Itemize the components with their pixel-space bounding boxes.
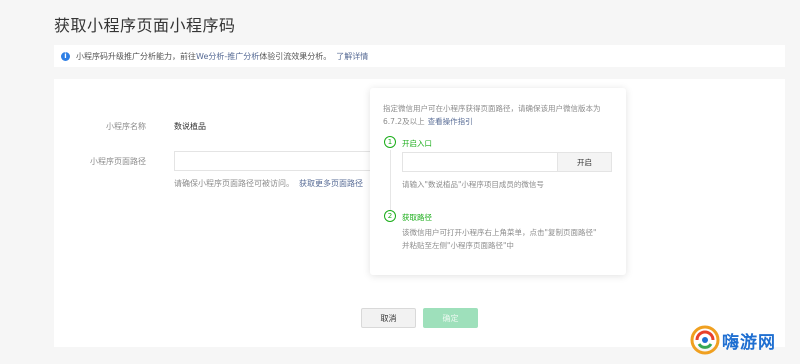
- path-helper-popover: 指定微信用户可在小程序获得页面路径，请确保该用户微信版本为6.7.2及以上 查看操…: [370, 88, 626, 275]
- watermark-text: 嗨游网: [722, 332, 776, 353]
- path-hint-text: 请确保小程序页面路径可被访问。: [174, 179, 294, 188]
- notice-bar: i 小程序码升级推广分析能力，前往 We分析-推广分析 体验引流效果分析。 了解…: [54, 45, 785, 67]
- name-label: 小程序名称: [106, 122, 146, 131]
- notice-highlight: We分析-推广分析: [196, 51, 260, 61]
- step-2-badge: 2: [384, 210, 396, 222]
- popover-description: 指定微信用户可在小程序获得页面路径，请确保该用户微信版本为6.7.2及以上 查看操…: [383, 102, 615, 128]
- step-2-line-1: 该微信用户可打开小程序右上角菜单，点击"复制页面路径": [402, 228, 597, 237]
- learn-more-link[interactable]: 了解详情: [336, 51, 368, 62]
- step-2-title: 获取路径: [402, 213, 432, 222]
- info-icon: i: [61, 51, 70, 61]
- page-title: 获取小程序页面小程序码: [54, 16, 236, 35]
- path-hint: 请确保小程序页面路径可被访问。 获取更多页面路径: [174, 178, 363, 189]
- enable-button[interactable]: 开启: [557, 152, 612, 172]
- watermark-logo-icon: [690, 325, 720, 355]
- step-1-title: 开启入口: [402, 139, 432, 148]
- notice-text-after: 体验引流效果分析。: [259, 51, 332, 61]
- watermark: 嗨游网: [690, 325, 776, 355]
- step-2-line-2: 并粘贴至左侧"小程序页面路径"中: [402, 241, 514, 250]
- confirm-button[interactable]: 确定: [423, 308, 478, 328]
- step-1-hint: 请输入"数说植品"小程序项目成员的微信号: [402, 180, 544, 189]
- cancel-button[interactable]: 取消: [361, 308, 416, 328]
- more-paths-link[interactable]: 获取更多页面路径: [299, 179, 363, 188]
- popover-desc-text: 指定微信用户可在小程序获得页面路径，请确保该用户微信版本为6.7.2及以上: [383, 104, 601, 126]
- step-1-badge: 1: [384, 136, 396, 148]
- page-path-input[interactable]: [174, 151, 374, 171]
- notice-text: 小程序码升级推广分析能力，前往: [76, 51, 196, 61]
- name-value: 数说植品: [174, 122, 206, 131]
- step-connector: [390, 150, 391, 210]
- wechat-id-input[interactable]: [402, 152, 557, 172]
- path-label: 小程序页面路径: [90, 157, 146, 166]
- guide-link[interactable]: 查看操作指引: [428, 117, 473, 126]
